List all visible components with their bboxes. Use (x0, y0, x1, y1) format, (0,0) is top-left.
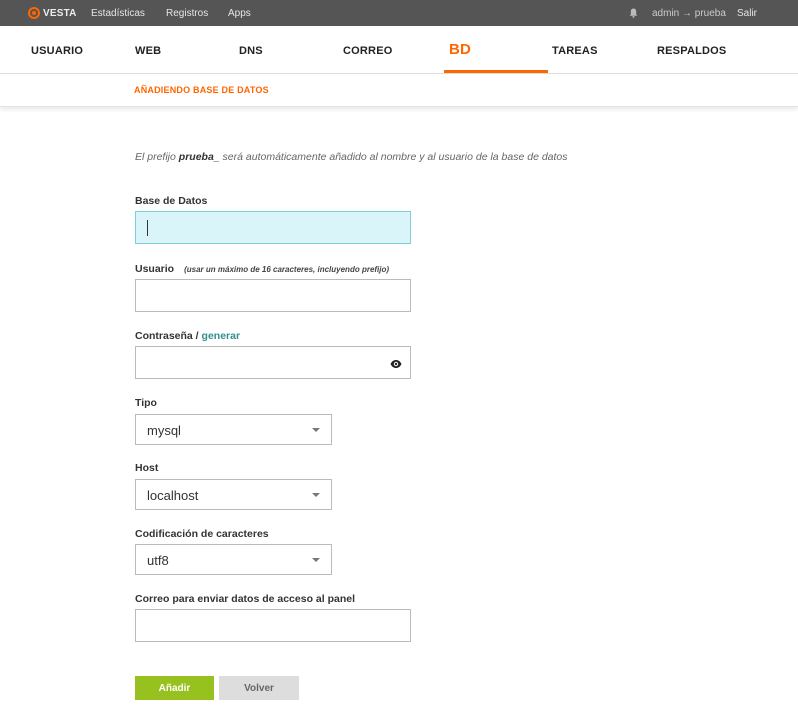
email-label: Correo para enviar datos de acceso al pa… (135, 593, 356, 605)
charset-value: utf8 (147, 553, 169, 568)
eye-icon[interactable] (390, 358, 402, 370)
user-input[interactable] (135, 279, 411, 312)
password-label-text: Contraseña / (135, 330, 202, 342)
host-select[interactable]: localhost (135, 479, 332, 510)
active-tab-indicator (444, 70, 548, 73)
menu-item-web[interactable]: WEB (135, 45, 161, 57)
user-hint: (usar un máximo de 16 caracteres, incluy… (184, 265, 390, 274)
current-user[interactable]: admin → prueba (652, 8, 726, 19)
nav-statistics[interactable]: Estadísticas (91, 8, 145, 19)
type-select[interactable]: mysql (135, 414, 332, 445)
database-input[interactable] (135, 211, 411, 244)
host-label: Host (135, 462, 159, 474)
bell-icon[interactable] (629, 8, 638, 18)
user-label-text: Usuario (135, 263, 175, 275)
menu-item-user[interactable]: USUARIO (31, 45, 83, 57)
user-label: Usuario (usar un máximo de 16 caracteres,… (135, 263, 389, 275)
chevron-down-icon (312, 493, 320, 497)
prefix-note: El prefijo prueba_ será automáticamente … (135, 150, 575, 164)
host-value: localhost (147, 488, 199, 503)
prefix-value: prueba_ (178, 151, 220, 163)
type-label: Tipo (135, 397, 157, 409)
database-label: Base de Datos (135, 195, 208, 207)
prefix-note-pre: El prefijo (135, 151, 179, 163)
email-input[interactable] (135, 609, 411, 642)
logout-link[interactable]: Salir (737, 8, 757, 19)
password-label: Contraseña / generar (135, 330, 240, 342)
main-menu: USUARIO WEB DNS CORREO BD TAREAS RESPALD… (0, 26, 798, 74)
menu-item-db[interactable]: BD (449, 41, 471, 58)
nav-apps[interactable]: Apps (228, 8, 251, 19)
vesta-logo[interactable]: VESTA (28, 6, 77, 20)
add-button[interactable]: Añadir (135, 676, 214, 700)
back-button[interactable]: Volver (219, 676, 299, 700)
chevron-down-icon (312, 428, 320, 432)
charset-select[interactable]: utf8 (135, 544, 332, 575)
sub-header: AÑADIENDO BASE DE DATOS (0, 75, 798, 107)
type-value: mysql (147, 423, 181, 438)
logo-icon (28, 7, 40, 19)
password-input[interactable] (135, 346, 411, 379)
generate-password-link[interactable]: generar (202, 330, 241, 342)
text-caret (147, 220, 148, 236)
menu-item-dns[interactable]: DNS (239, 45, 263, 57)
page-title: AÑADIENDO BASE DE DATOS (134, 85, 269, 95)
prefix-note-post: será automáticamente añadido al nombre y… (219, 151, 568, 163)
menu-item-mail[interactable]: CORREO (343, 45, 392, 57)
logo-text: VESTA (43, 7, 77, 19)
charset-label: Codificación de caracteres (135, 528, 269, 540)
menu-item-backup[interactable]: RESPALDOS (657, 45, 726, 57)
nav-logs[interactable]: Registros (166, 8, 208, 19)
chevron-down-icon (312, 558, 320, 562)
menu-item-cron[interactable]: TAREAS (552, 45, 598, 57)
top-bar: VESTA Estadísticas Registros Apps admin … (0, 0, 798, 26)
